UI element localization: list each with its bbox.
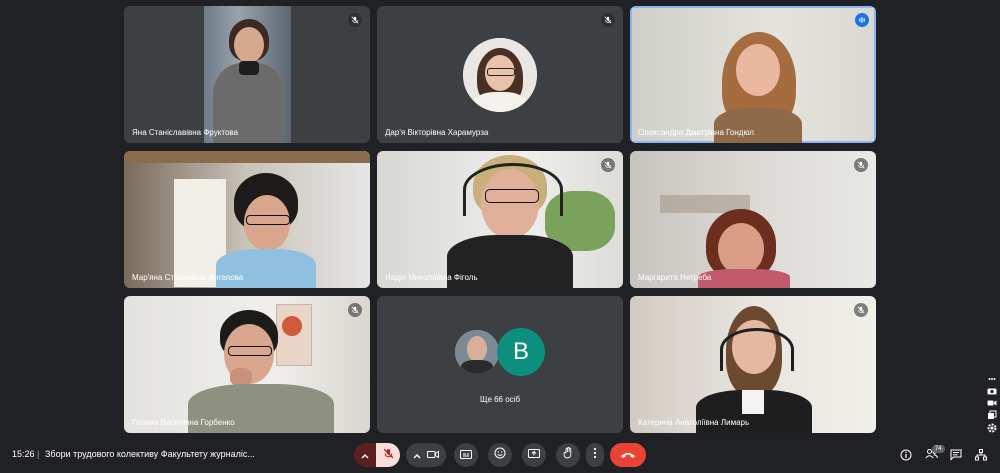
side-tools [986, 374, 998, 436]
microphone-toggle-button[interactable] [376, 443, 400, 467]
chevron-up-icon [361, 446, 369, 464]
participant-name: Яна Станіславівна Фруктова [132, 128, 239, 137]
copy-icon[interactable] [986, 410, 998, 420]
participant-avatar [455, 330, 499, 374]
separator: | [37, 449, 40, 459]
others-count-label: Ще 66 осіб [479, 395, 521, 404]
participant-tile[interactable]: Дар'я Вікторівна Харамурза [377, 6, 623, 143]
pin-icon[interactable] [986, 374, 998, 384]
participant-name: Катерина Анатоліївна Лимарь [638, 418, 750, 427]
video-feed [630, 296, 876, 433]
video-icon[interactable] [986, 398, 998, 408]
videocam-icon [427, 446, 439, 464]
mic-muted-icon [348, 303, 362, 317]
present-screen-button[interactable] [522, 443, 546, 467]
mic-muted-icon [601, 158, 615, 172]
reactions-button[interactable] [488, 443, 512, 467]
participant-video [184, 310, 334, 433]
more-options-button[interactable] [586, 443, 604, 467]
video-options-button[interactable] [406, 443, 446, 467]
participant-tile[interactable]: Галина Василівна Горбенко [124, 296, 370, 433]
camera-icon[interactable] [986, 386, 998, 396]
more-vert-icon [593, 446, 597, 464]
people-count-badge: 74 [932, 445, 945, 453]
video-feed [124, 151, 370, 288]
participant-name: Дар'я Вікторівна Харамурза [385, 128, 489, 137]
people-button[interactable]: 74 [924, 445, 945, 462]
meeting-details-button[interactable] [899, 448, 913, 462]
mic-muted-icon [854, 158, 868, 172]
participant-name: Мар'яна Степанівна Ангелова [132, 273, 244, 282]
participant-tile[interactable]: Мар'яна Степанівна Ангелова [124, 151, 370, 288]
video-feed [630, 151, 876, 288]
participant-name: Галина Василівна Горбенко [132, 418, 235, 427]
participant-avatar [463, 38, 537, 112]
leave-call-button[interactable] [610, 443, 646, 467]
captions-button[interactable] [454, 443, 478, 467]
raise-hand-button[interactable] [556, 443, 580, 467]
participant-name: Маргарита Нетреба [638, 273, 712, 282]
participant-tile-speaking[interactable]: Олександра Дмитрівна Гондюл [630, 6, 876, 143]
meeting-time: 15:26 [12, 449, 35, 459]
chevron-up-icon [413, 446, 421, 464]
participant-video [439, 153, 579, 288]
mic-off-icon [383, 446, 394, 464]
participant-video [216, 171, 316, 288]
others-tile[interactable]: B Ще 66 осіб [377, 296, 623, 433]
others-avatars: B [377, 326, 623, 378]
emoji-icon [494, 446, 506, 464]
settings-icon[interactable] [986, 423, 998, 433]
mic-muted-icon [348, 13, 362, 27]
speaking-indicator-icon [855, 13, 869, 27]
participant-tile[interactable]: Надія Миколаївна Фіголь [377, 151, 623, 288]
participant-tile[interactable]: Маргарита Нетреба [630, 151, 876, 288]
meeting-title: Збори трудового колективу Факультету жур… [45, 449, 255, 459]
video-feed [632, 8, 874, 143]
call-end-icon [620, 446, 636, 464]
participant-video [708, 28, 808, 143]
mic-muted-icon [854, 303, 868, 317]
video-feed [124, 6, 370, 143]
video-feed [377, 151, 623, 288]
participant-tile[interactable]: Катерина Анатоліївна Лимарь [630, 296, 876, 433]
participant-name: Олександра Дмитрівна Гондюл [638, 128, 754, 137]
audio-options-button[interactable] [354, 443, 376, 467]
activities-button[interactable] [974, 448, 988, 462]
mic-muted-icon [601, 13, 615, 27]
participant-video [209, 11, 287, 143]
video-feed [124, 296, 370, 433]
participant-tile[interactable]: Яна Станіславівна Фруктова [124, 6, 370, 143]
captions-icon [460, 446, 472, 464]
participant-initial-avatar: B [497, 328, 545, 376]
bottom-toolbar: 15:26 | Збори трудового колективу Факуль… [0, 440, 1000, 473]
participant-video [692, 306, 814, 433]
chat-button[interactable] [949, 448, 963, 462]
present-icon [528, 446, 540, 464]
participant-name: Надія Миколаївна Фіголь [385, 273, 478, 282]
hand-icon [563, 446, 574, 464]
